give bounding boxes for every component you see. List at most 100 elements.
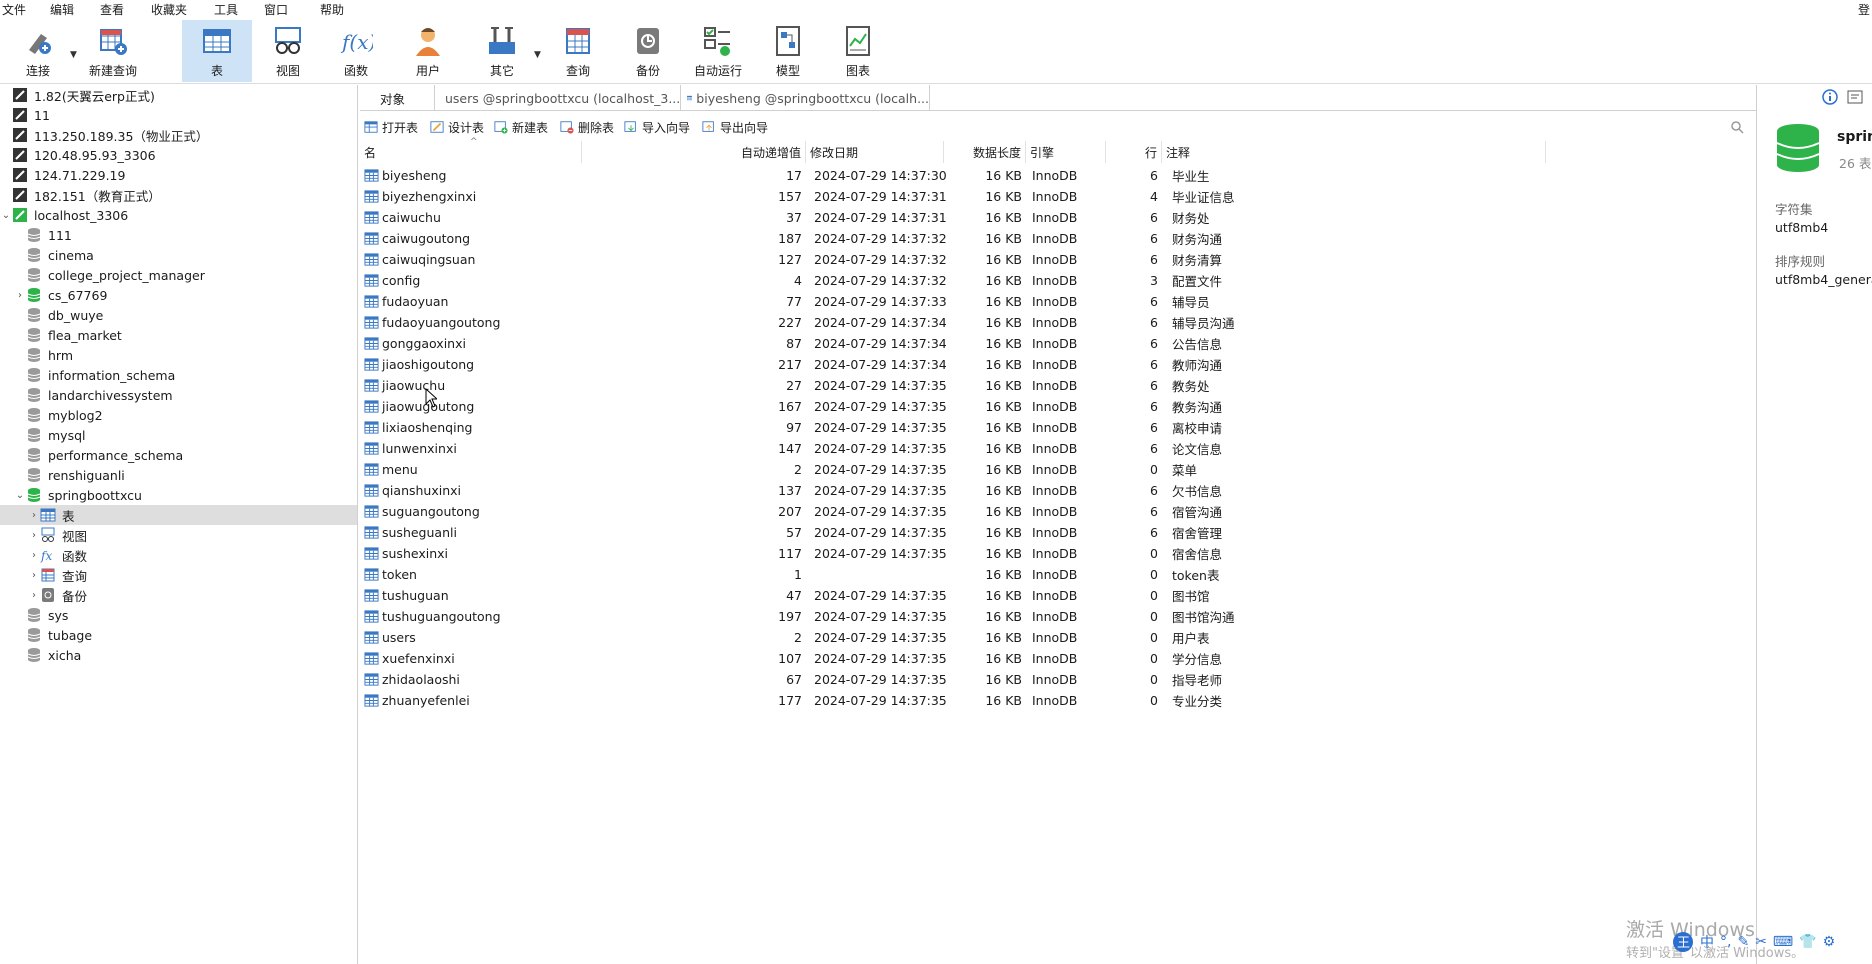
database-item[interactable]: tubage [0,625,357,645]
chevron-right-icon[interactable]: › [28,510,40,521]
table-row[interactable]: gonggaoxinxi 87 2024-07-29 14:37:34 16 KB In… [360,333,1756,354]
import-wizard-button[interactable]: 导入向导 [624,117,690,137]
database-item[interactable]: information_schema [0,365,357,385]
column-comment[interactable]: 注释 [1162,141,1546,163]
table-row[interactable]: caiwuchu 37 2024-07-29 14:37:31 16 KB InnoDB… [360,207,1756,228]
tree-item-functions[interactable]: › fx 函数 [0,545,357,565]
view-button[interactable]: 视图 [266,20,310,82]
other-dropdown-icon[interactable]: ▼ [534,50,541,60]
table-button[interactable]: 表 [182,20,252,82]
database-item[interactable]: cinema [0,245,357,265]
search-icon[interactable] [1730,120,1744,134]
ime-scissors-icon[interactable]: ✂ [1755,934,1767,950]
table-row[interactable]: tushuguangoutong 197 2024-07-29 14:37:35 16… [360,606,1756,627]
table-row[interactable]: jiaowuchu 27 2024-07-29 14:37:35 16 KB InnoD… [360,375,1756,396]
chevron-down-icon[interactable]: ⌄ [0,210,12,221]
column-modified[interactable]: 修改日期 [806,141,944,163]
chevron-right-icon[interactable]: › [28,570,40,581]
tree-item-backups[interactable]: › 备份 [0,585,357,605]
database-item-open[interactable]: ⌄ springboottxcu [0,485,357,505]
table-row[interactable]: token 1 16 KB InnoDB 0 token表 [360,564,1756,585]
table-row[interactable]: caiwugoutong 187 2024-07-29 14:37:32 16 KB I… [360,228,1756,249]
ime-logo-icon[interactable]: 王 [1672,931,1694,953]
chart-button[interactable]: 图表 [838,20,878,82]
table-row[interactable]: users 2 2024-07-29 14:37:35 16 KB InnoDB 0 用户表 [360,627,1756,648]
table-row[interactable]: fudaoyuan 77 2024-07-29 14:37:33 16 KB InnoD… [360,291,1756,312]
user-button[interactable]: 用户 [408,20,448,82]
connection-item[interactable]: 113.250.189.35（物业正式） [0,125,357,145]
tree-item-views[interactable]: › 视图 [0,525,357,545]
autorun-button[interactable]: 自动运行 [692,20,744,82]
table-row[interactable]: zhuanyefenlei 177 2024-07-29 14:37:35 16 KB… [360,690,1756,711]
table-row[interactable]: tushuguan 47 2024-07-29 14:37:35 16 KB InnoD… [360,585,1756,606]
ime-pen-icon[interactable]: ✎ [1737,934,1749,950]
database-item[interactable]: xicha [0,645,357,665]
database-item[interactable]: db_wuye [0,305,357,325]
ime-keyboard-icon[interactable]: ⌨ [1773,934,1793,950]
ime-punct-icon[interactable]: °, [1720,934,1731,950]
function-button[interactable]: f(x) 函数 [336,20,376,82]
database-item[interactable]: sys [0,605,357,625]
database-item[interactable]: flea_market [0,325,357,345]
ime-settings-icon[interactable]: ⚙ [1823,934,1836,950]
open-table-button[interactable]: 打开表 [364,117,418,137]
connection-item[interactable]: 182.151（教育正式） [0,185,357,205]
connection-item-localhost[interactable]: ⌄ localhost_3306 [0,205,357,225]
database-item[interactable]: mysql [0,425,357,445]
table-row[interactable]: susheguanli 57 2024-07-29 14:37:35 16 KB Inn… [360,522,1756,543]
column-engine[interactable]: 引擎 [1026,141,1106,163]
table-row[interactable]: sushexinxi 117 2024-07-29 14:37:35 16 KB Inn… [360,543,1756,564]
connection-item[interactable]: 120.48.95.93_3306 [0,145,357,165]
chevron-right-icon[interactable]: › [28,530,40,541]
table-row[interactable]: fudaoyuangoutong 227 2024-07-29 14:37:34 16… [360,312,1756,333]
ime-skin-icon[interactable]: 👕 [1799,934,1816,950]
ddl-icon[interactable] [1847,89,1863,105]
new-table-button[interactable]: 新建表 [494,117,548,137]
table-row[interactable]: xuefenxinxi 107 2024-07-29 14:37:35 16 KB In… [360,648,1756,669]
table-row[interactable]: biyesheng 17 2024-07-29 14:37:30 16 KB InnoD… [360,165,1756,186]
tab-users[interactable]: users @springboottxcu (localhost_3... [434,85,680,111]
database-item[interactable]: › cs_67769 [0,285,357,305]
database-item[interactable]: myblog2 [0,405,357,425]
new-query-button[interactable]: 新建查询 [86,20,140,82]
table-row[interactable]: zhidaolaoshi 67 2024-07-29 14:37:35 16 KB In… [360,669,1756,690]
column-rows[interactable]: 行 [1106,141,1162,163]
backup-button[interactable]: 备份 [628,20,668,82]
connect-button[interactable]: 连接 [14,20,62,82]
table-row[interactable]: caiwuqingsuan 127 2024-07-29 14:37:32 16 KB… [360,249,1756,270]
table-row[interactable]: jiaowugoutong 167 2024-07-29 14:37:35 16 KB… [360,396,1756,417]
tab-objects[interactable]: 对象 [374,85,434,111]
chevron-right-icon[interactable]: › [14,290,26,301]
database-item[interactable]: landarchivessystem [0,385,357,405]
chevron-down-icon[interactable]: ⌄ [14,490,26,501]
other-button[interactable]: 其它 [482,20,522,82]
table-row[interactable]: biyezhengxinxi 157 2024-07-29 14:37:31 16 K… [360,186,1756,207]
column-name[interactable]: 名 ^ [360,137,582,163]
model-button[interactable]: 模型 [768,20,808,82]
database-item[interactable]: hrm [0,345,357,365]
delete-table-button[interactable]: 删除表 [560,117,614,137]
tree-item-queries[interactable]: › 查询 [0,565,357,585]
table-row[interactable]: suguangoutong 207 2024-07-29 14:37:35 16 KB… [360,501,1756,522]
database-item[interactable]: 111 [0,225,357,245]
connection-item[interactable]: 11 [0,105,357,125]
column-data-length[interactable]: 数据长度 [944,141,1026,163]
chevron-right-icon[interactable]: › [28,590,40,601]
design-table-button[interactable]: 设计表 [430,117,484,137]
table-row[interactable]: lunwenxinxi 147 2024-07-29 14:37:35 16 KB In… [360,438,1756,459]
database-item[interactable]: renshiguanli [0,465,357,485]
table-row[interactable]: config 4 2024-07-29 14:37:32 16 KB InnoDB 3 配置… [360,270,1756,291]
table-row[interactable]: jiaoshigoutong 217 2024-07-29 14:37:34 16 K… [360,354,1756,375]
info-icon[interactable] [1822,89,1838,105]
table-row[interactable]: lixiaoshenqing 97 2024-07-29 14:37:35 16 KB… [360,417,1756,438]
database-item[interactable]: college_project_manager [0,265,357,285]
chevron-right-icon[interactable]: › [28,550,40,561]
connect-dropdown-icon[interactable]: ▼ [70,50,77,60]
table-row[interactable]: menu 2 2024-07-29 14:37:35 16 KB InnoDB 0 菜单 [360,459,1756,480]
tab-biyesheng[interactable]: biyesheng @springboottxcu (localh... [680,85,930,111]
column-auto-inc[interactable]: 自动递增值 [582,141,806,163]
export-wizard-button[interactable]: 导出向导 [702,117,768,137]
connection-item[interactable]: 1.82(天翼云erp正式) [0,85,357,105]
query-button[interactable]: 查询 [558,20,598,82]
connection-item[interactable]: 124.71.229.19 [0,165,357,185]
